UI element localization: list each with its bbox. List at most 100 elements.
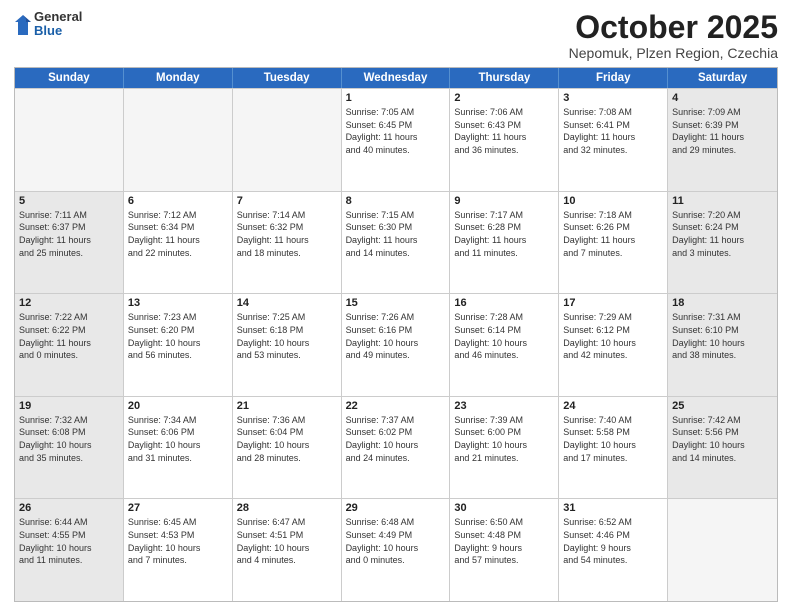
calendar-cell: 3 Sunrise: 7:08 AM Sunset: 6:41 PM Daylig… <box>559 89 668 191</box>
day-number: 21 <box>237 400 337 412</box>
logo-icon <box>14 14 32 36</box>
day-number: 10 <box>563 195 663 207</box>
logo: General Blue <box>14 10 82 39</box>
cell-info: Sunrise: 7:40 AM Sunset: 5:58 PM Dayligh… <box>563 414 663 464</box>
calendar-cell: 22Sunrise: 7:37 AM Sunset: 6:02 PM Dayli… <box>342 397 451 499</box>
day-number: 9 <box>454 195 554 207</box>
calendar-cell: 28Sunrise: 6:47 AM Sunset: 4:51 PM Dayli… <box>233 499 342 601</box>
cell-info: Sunrise: 7:05 AM Sunset: 6:45 PM Dayligh… <box>346 106 446 156</box>
calendar-cell: 29Sunrise: 6:48 AM Sunset: 4:49 PM Dayli… <box>342 499 451 601</box>
calendar-cell: 14 Sunrise: 7:25 AM Sunset: 6:18 PM Dayli… <box>233 294 342 396</box>
calendar-cell: 20 Sunrise: 7:34 AM Sunset: 6:06 PM Dayli… <box>124 397 233 499</box>
calendar-row: 1 Sunrise: 7:05 AM Sunset: 6:45 PM Daylig… <box>15 88 777 191</box>
day-number: 24 <box>563 400 663 412</box>
cell-info: Sunrise: 7:15 AM Sunset: 6:30 PM Dayligh… <box>346 209 446 259</box>
cell-info: Sunrise: 7:42 AM Sunset: 5:56 PM Dayligh… <box>672 414 773 464</box>
calendar-cell: 27 Sunrise: 6:45 AM Sunset: 4:53 PM Dayli… <box>124 499 233 601</box>
cell-info: Sunrise: 6:52 AM Sunset: 4:46 PM Dayligh… <box>563 516 663 566</box>
cell-info: Sunrise: 7:09 AM Sunset: 6:39 PM Dayligh… <box>672 106 773 156</box>
calendar-cell: 11 Sunrise: 7:20 AM Sunset: 6:24 PM Dayli… <box>668 192 777 294</box>
calendar-cell: 18Sunrise: 7:31 AM Sunset: 6:10 PM Dayli… <box>668 294 777 396</box>
logo-general-text: General <box>34 10 82 24</box>
cell-info: Sunrise: 7:23 AM Sunset: 6:20 PM Dayligh… <box>128 311 228 361</box>
day-number: 17 <box>563 297 663 309</box>
calendar-cell: 8Sunrise: 7:15 AM Sunset: 6:30 PM Daylig… <box>342 192 451 294</box>
calendar-cell: 30 Sunrise: 6:50 AM Sunset: 4:48 PM Dayli… <box>450 499 559 601</box>
day-number: 7 <box>237 195 337 207</box>
calendar-cell: 31 Sunrise: 6:52 AM Sunset: 4:46 PM Dayli… <box>559 499 668 601</box>
cell-info: Sunrise: 7:28 AM Sunset: 6:14 PM Dayligh… <box>454 311 554 361</box>
calendar-cell: 17 Sunrise: 7:29 AM Sunset: 6:12 PM Dayli… <box>559 294 668 396</box>
calendar-cell: 4 Sunrise: 7:09 AM Sunset: 6:39 PM Daylig… <box>668 89 777 191</box>
day-number: 5 <box>19 195 119 207</box>
day-number: 23 <box>454 400 554 412</box>
weekday-header: Thursday <box>450 68 559 88</box>
calendar-cell: 6 Sunrise: 7:12 AM Sunset: 6:34 PM Daylig… <box>124 192 233 294</box>
weekday-header: Monday <box>124 68 233 88</box>
day-number: 15 <box>346 297 446 309</box>
day-number: 6 <box>128 195 228 207</box>
weekday-header: Wednesday <box>342 68 451 88</box>
cell-info: Sunrise: 7:11 AM Sunset: 6:37 PM Dayligh… <box>19 209 119 259</box>
month-title: October 2025 <box>569 10 778 45</box>
page: General Blue October 2025 Nepomuk, Plzen… <box>0 0 792 612</box>
calendar-cell: 10Sunrise: 7:18 AM Sunset: 6:26 PM Dayli… <box>559 192 668 294</box>
cell-info: Sunrise: 7:29 AM Sunset: 6:12 PM Dayligh… <box>563 311 663 361</box>
cell-info: Sunrise: 7:14 AM Sunset: 6:32 PM Dayligh… <box>237 209 337 259</box>
weekday-header: Friday <box>559 68 668 88</box>
cell-info: Sunrise: 7:06 AM Sunset: 6:43 PM Dayligh… <box>454 106 554 156</box>
day-number: 13 <box>128 297 228 309</box>
cell-info: Sunrise: 6:44 AM Sunset: 4:55 PM Dayligh… <box>19 516 119 566</box>
logo-text: General Blue <box>34 10 82 39</box>
calendar-cell: 26 Sunrise: 6:44 AM Sunset: 4:55 PM Dayli… <box>15 499 124 601</box>
day-number: 11 <box>672 195 773 207</box>
cell-info: Sunrise: 7:32 AM Sunset: 6:08 PM Dayligh… <box>19 414 119 464</box>
day-number: 20 <box>128 400 228 412</box>
day-number: 16 <box>454 297 554 309</box>
calendar-cell <box>668 499 777 601</box>
cell-info: Sunrise: 6:45 AM Sunset: 4:53 PM Dayligh… <box>128 516 228 566</box>
calendar-cell: 19 Sunrise: 7:32 AM Sunset: 6:08 PM Dayli… <box>15 397 124 499</box>
day-number: 14 <box>237 297 337 309</box>
calendar-row: 12 Sunrise: 7:22 AM Sunset: 6:22 PM Dayli… <box>15 293 777 396</box>
calendar-row: 19 Sunrise: 7:32 AM Sunset: 6:08 PM Dayli… <box>15 396 777 499</box>
cell-info: Sunrise: 7:22 AM Sunset: 6:22 PM Dayligh… <box>19 311 119 361</box>
calendar-cell: 23Sunrise: 7:39 AM Sunset: 6:00 PM Dayli… <box>450 397 559 499</box>
calendar-cell <box>15 89 124 191</box>
calendar-cell: 9 Sunrise: 7:17 AM Sunset: 6:28 PM Daylig… <box>450 192 559 294</box>
day-number: 4 <box>672 92 773 104</box>
calendar-cell: 16 Sunrise: 7:28 AM Sunset: 6:14 PM Dayli… <box>450 294 559 396</box>
calendar-cell: 13 Sunrise: 7:23 AM Sunset: 6:20 PM Dayli… <box>124 294 233 396</box>
day-number: 26 <box>19 502 119 514</box>
day-number: 19 <box>19 400 119 412</box>
calendar-body: 1 Sunrise: 7:05 AM Sunset: 6:45 PM Daylig… <box>15 88 777 601</box>
day-number: 28 <box>237 502 337 514</box>
cell-info: Sunrise: 7:25 AM Sunset: 6:18 PM Dayligh… <box>237 311 337 361</box>
calendar-cell <box>233 89 342 191</box>
calendar-cell: 21 Sunrise: 7:36 AM Sunset: 6:04 PM Dayli… <box>233 397 342 499</box>
cell-info: Sunrise: 7:17 AM Sunset: 6:28 PM Dayligh… <box>454 209 554 259</box>
header: General Blue October 2025 Nepomuk, Plzen… <box>14 10 778 61</box>
calendar-cell <box>124 89 233 191</box>
day-number: 30 <box>454 502 554 514</box>
cell-info: Sunrise: 7:37 AM Sunset: 6:02 PM Dayligh… <box>346 414 446 464</box>
logo-blue-text: Blue <box>34 24 82 38</box>
cell-info: Sunrise: 7:20 AM Sunset: 6:24 PM Dayligh… <box>672 209 773 259</box>
calendar: SundayMondayTuesdayWednesdayThursdayFrid… <box>14 67 778 602</box>
weekday-header: Sunday <box>15 68 124 88</box>
day-number: 31 <box>563 502 663 514</box>
day-number: 1 <box>346 92 446 104</box>
cell-info: Sunrise: 6:50 AM Sunset: 4:48 PM Dayligh… <box>454 516 554 566</box>
calendar-row: 5 Sunrise: 7:11 AM Sunset: 6:37 PM Daylig… <box>15 191 777 294</box>
day-number: 12 <box>19 297 119 309</box>
day-number: 3 <box>563 92 663 104</box>
day-number: 27 <box>128 502 228 514</box>
calendar-cell: 24 Sunrise: 7:40 AM Sunset: 5:58 PM Dayli… <box>559 397 668 499</box>
cell-info: Sunrise: 7:34 AM Sunset: 6:06 PM Dayligh… <box>128 414 228 464</box>
cell-info: Sunrise: 7:26 AM Sunset: 6:16 PM Dayligh… <box>346 311 446 361</box>
day-number: 25 <box>672 400 773 412</box>
cell-info: Sunrise: 7:12 AM Sunset: 6:34 PM Dayligh… <box>128 209 228 259</box>
cell-info: Sunrise: 7:36 AM Sunset: 6:04 PM Dayligh… <box>237 414 337 464</box>
calendar-cell: 7 Sunrise: 7:14 AM Sunset: 6:32 PM Daylig… <box>233 192 342 294</box>
cell-info: Sunrise: 7:08 AM Sunset: 6:41 PM Dayligh… <box>563 106 663 156</box>
